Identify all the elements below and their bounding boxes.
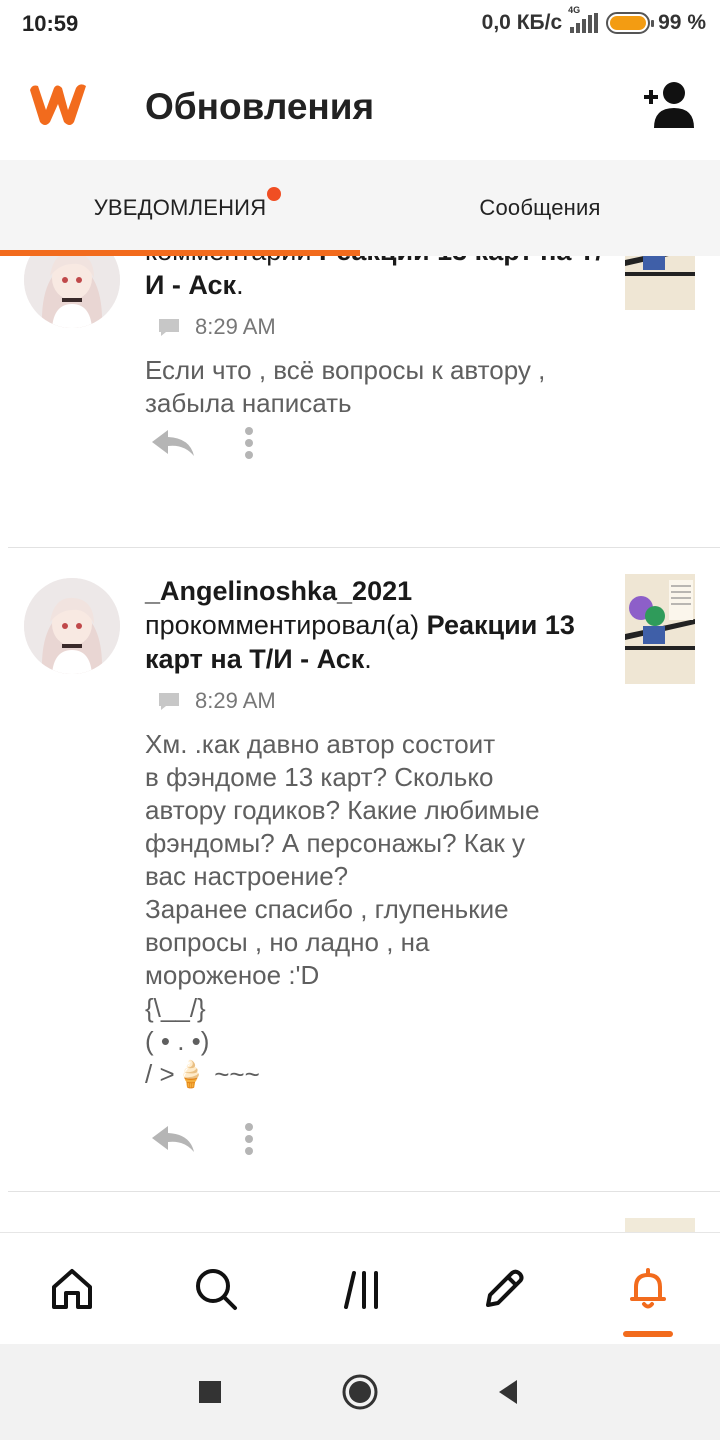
comment-icon bbox=[159, 693, 179, 710]
network-type: 4G bbox=[568, 5, 581, 15]
back-button[interactable] bbox=[488, 1372, 528, 1412]
battery-icon bbox=[606, 12, 655, 34]
nav-search[interactable] bbox=[188, 1261, 244, 1317]
add-user-icon bbox=[644, 82, 694, 128]
active-nav-indicator bbox=[623, 1331, 673, 1337]
bottom-navigation bbox=[0, 1232, 720, 1344]
system-navigation-bar bbox=[0, 1344, 720, 1440]
timestamp: 8:29 AM bbox=[195, 688, 276, 713]
add-user-button[interactable] bbox=[640, 80, 698, 132]
story-cover-thumbnail[interactable] bbox=[625, 256, 695, 310]
notification-headline: комментарий Реакции 13 карт на Т/И - Аск… bbox=[145, 256, 605, 302]
unread-dot bbox=[267, 187, 282, 201]
tab-messages-label: Сообщения bbox=[479, 195, 601, 220]
recents-square-icon bbox=[199, 1381, 221, 1403]
comment-text: Если что , всё вопросы к автору , забыла… bbox=[145, 355, 546, 418]
tab-messages[interactable]: Сообщения bbox=[360, 160, 720, 256]
timestamp: 8:29 AM bbox=[195, 314, 276, 339]
reply-icon bbox=[152, 1126, 194, 1152]
reply-button[interactable] bbox=[150, 428, 196, 458]
tab-bar: УВЕДОМЛЕНИЯ Сообщения bbox=[0, 160, 720, 256]
notifications-bell-icon bbox=[630, 1268, 666, 1309]
write-icon bbox=[486, 1269, 524, 1307]
app-header: Обновления bbox=[0, 58, 720, 158]
notification-body: _Angelinoshka_2021 прокомментировал(а) Р… bbox=[145, 574, 605, 1091]
meta-row: 8:29 AM bbox=[157, 688, 605, 714]
tab-notifications-label: УВЕДОМЛЕНИЯ bbox=[93, 195, 267, 220]
action-text: комментарий bbox=[145, 256, 311, 266]
story-cover-thumbnail[interactable] bbox=[625, 574, 695, 684]
library-icon bbox=[344, 1271, 378, 1309]
more-vertical-icon bbox=[245, 427, 253, 459]
username[interactable]: _Angelinoshka_2021 bbox=[145, 576, 412, 606]
notification-actions bbox=[150, 1122, 254, 1156]
nav-library[interactable] bbox=[334, 1261, 390, 1317]
status-time: 10:59 bbox=[22, 11, 79, 36]
search-icon bbox=[196, 1269, 237, 1310]
nav-notifications[interactable] bbox=[620, 1261, 676, 1317]
more-options-button[interactable] bbox=[244, 1122, 254, 1156]
status-bar: 10:59 0,0 КБ/с 4G 99 % bbox=[0, 0, 720, 50]
comment-icon bbox=[159, 319, 179, 336]
story-cover-thumbnail[interactable] bbox=[625, 1218, 695, 1232]
more-options-button[interactable] bbox=[244, 426, 254, 460]
divider bbox=[8, 547, 720, 548]
divider bbox=[8, 1191, 720, 1192]
recents-button[interactable] bbox=[190, 1372, 230, 1412]
meta-row: 8:29 AM bbox=[157, 314, 605, 340]
status-right: 0,0 КБ/с 4G 99 % bbox=[481, 5, 706, 35]
avatar[interactable] bbox=[24, 578, 120, 674]
reply-button[interactable] bbox=[150, 1124, 196, 1154]
comment-text: Хм. .как давно автор состоит в фэндоме 1… bbox=[145, 729, 540, 1089]
reply-icon bbox=[152, 430, 194, 456]
notification-actions bbox=[150, 426, 254, 460]
wattpad-logo-icon[interactable] bbox=[24, 80, 90, 133]
nav-write[interactable] bbox=[476, 1261, 532, 1317]
more-vertical-icon bbox=[245, 1123, 253, 1155]
signal-icon: 4G bbox=[568, 5, 599, 33]
notification-body: комментарий Реакции 13 карт на Т/И - Аск… bbox=[145, 256, 605, 420]
back-triangle-icon bbox=[499, 1380, 517, 1404]
notification-headline: _Angelinoshka_2021 прокомментировал(а) Р… bbox=[145, 576, 575, 674]
action-text: прокомментировал(а) bbox=[145, 610, 420, 640]
system-home-button[interactable] bbox=[340, 1372, 380, 1412]
battery-percent: 99 % bbox=[658, 11, 706, 34]
page-title: Обновления bbox=[145, 86, 375, 127]
nav-home[interactable] bbox=[44, 1261, 100, 1317]
home-icon bbox=[52, 1269, 92, 1309]
tab-notifications[interactable]: УВЕДОМЛЕНИЯ bbox=[0, 160, 360, 256]
notification-feed[interactable]: комментарий Реакции 13 карт на Т/И - Аск… bbox=[0, 256, 720, 1232]
avatar[interactable] bbox=[24, 256, 120, 328]
network-speed: 0,0 КБ/с bbox=[481, 11, 563, 34]
home-circle-icon bbox=[342, 1374, 378, 1410]
